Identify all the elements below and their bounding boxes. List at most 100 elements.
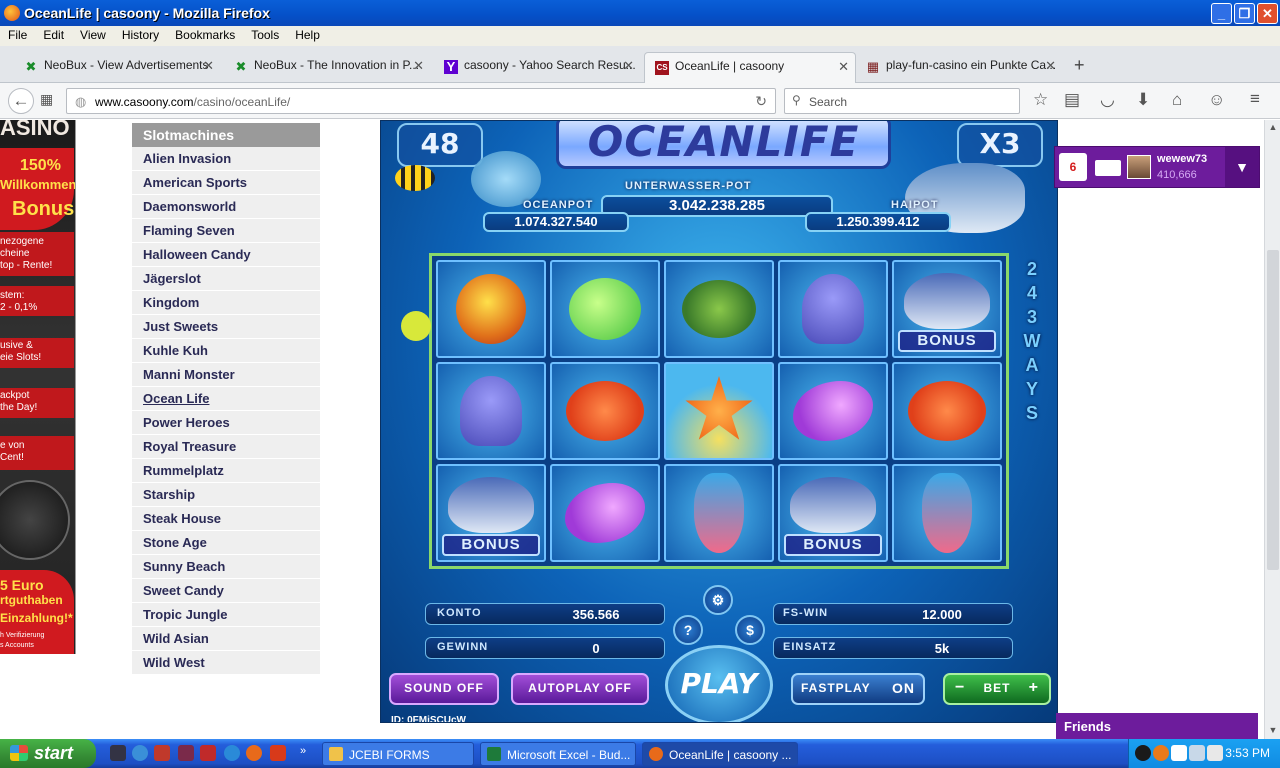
bet-plus-button[interactable]: + (1029, 675, 1039, 701)
scroll-up-icon[interactable]: ▲ (1267, 122, 1279, 134)
help-button[interactable]: ? (673, 615, 703, 645)
tray-icon[interactable] (1135, 745, 1151, 761)
tab-oceanlife[interactable]: CS OceanLife | casoony ✕ (644, 52, 856, 83)
app-x-icon[interactable] (154, 745, 170, 761)
sidebar-item-jägerslot[interactable]: Jägerslot (132, 267, 320, 291)
menu-help[interactable]: Help (287, 26, 328, 46)
sidebar-item-halloween-candy[interactable]: Halloween Candy (132, 243, 320, 267)
play-fun-casino-icon: ▦ (866, 59, 880, 74)
bookmark-star-icon[interactable]: ☆ (1033, 90, 1048, 110)
oceanlife-game[interactable]: 48 X3 OCEANLIFE UNTERWASSER-POT 3.042.23… (380, 120, 1058, 723)
downloads-icon[interactable]: ⬇ (1136, 90, 1150, 110)
scroll-down-icon[interactable]: ▼ (1267, 725, 1279, 737)
camera-icon[interactable] (200, 745, 216, 761)
taskbar-item-firefox[interactable]: OceanLife | casoony ... (642, 742, 798, 766)
vertical-scrollbar[interactable]: ▲ ▼ (1264, 120, 1280, 739)
sidebar-item-alien-invasion[interactable]: Alien Invasion (132, 147, 320, 171)
reel-cell: BONUS (436, 464, 546, 562)
new-tab-button[interactable]: + (1074, 55, 1085, 76)
bet-control[interactable]: − BET + (943, 673, 1051, 705)
search-input[interactable]: ⚲ Search (784, 88, 1020, 114)
menu-file[interactable]: File (0, 26, 35, 46)
sidebar-item-power-heroes[interactable]: Power Heroes (132, 411, 320, 435)
bet-minus-button[interactable]: − (955, 675, 965, 701)
tray-icon[interactable] (1171, 745, 1187, 761)
settings-gear-button[interactable]: ⚙ (703, 585, 733, 615)
tab-close-icon[interactable]: ✕ (413, 58, 424, 74)
fastplay-button[interactable]: FASTPLAY ON (791, 673, 925, 705)
pocket-icon[interactable]: ◡ (1100, 90, 1115, 110)
sidebar-item-wild-asian[interactable]: Wild Asian (132, 627, 320, 651)
paytable-button[interactable]: $ (735, 615, 765, 645)
sidebar-item-sunny-beach[interactable]: Sunny Beach (132, 555, 320, 579)
sidebar-item-american-sports[interactable]: American Sports (132, 171, 320, 195)
sidebar-item-starship[interactable]: Starship (132, 483, 320, 507)
sound-off-button[interactable]: SOUND OFF (389, 673, 499, 705)
autoplay-off-button[interactable]: AUTOPLAY OFF (511, 673, 649, 705)
sidebar-item-kingdom[interactable]: Kingdom (132, 291, 320, 315)
tab-neobux-ads[interactable]: ✖ NeoBux - View Advertisements ✕ (14, 52, 220, 83)
menu-history[interactable]: History (114, 26, 167, 46)
maximize-button[interactable]: ❐ (1234, 3, 1255, 24)
menu-bookmarks[interactable]: Bookmarks (167, 26, 243, 46)
scrollbar-thumb[interactable] (1267, 250, 1279, 570)
quicklaunch-overflow-icon[interactable]: » (300, 745, 306, 757)
back-button[interactable]: ← (8, 88, 34, 114)
sidebar-item-steak-house[interactable]: Steak House (132, 507, 320, 531)
tab-neobux-innovation[interactable]: ✖ NeoBux - The Innovation in P... ✕ (224, 52, 430, 83)
reload-icon[interactable]: ↻ (755, 93, 767, 110)
sidebar-item-kuhle-kuh[interactable]: Kuhle Kuh (132, 339, 320, 363)
sidebar-item-wild-west[interactable]: Wild West (132, 651, 320, 675)
home-icon[interactable]: ⌂ (1172, 90, 1182, 110)
sidebar-item-tropic-jungle[interactable]: Tropic Jungle (132, 603, 320, 627)
sidebar-item-sweet-candy[interactable]: Sweet Candy (132, 579, 320, 603)
tab-close-icon[interactable]: ✕ (838, 59, 849, 75)
menu-edit[interactable]: Edit (35, 26, 72, 46)
tab-yahoo-search[interactable]: Y casoony - Yahoo Search Resu... ✕ (434, 52, 640, 83)
promo-banner[interactable]: ASINO 150% Willkommens Bonus! nezogene c… (0, 120, 76, 654)
sidebar-item-daemonsworld[interactable]: Daemonsworld (132, 195, 320, 219)
history-icon[interactable]: ▦ (40, 91, 53, 108)
turtle-icon (682, 280, 756, 338)
sidebar-item-manni-monster[interactable]: Manni Monster (132, 363, 320, 387)
volume-icon[interactable] (1207, 745, 1223, 761)
browser-icon[interactable] (132, 745, 148, 761)
network-icon[interactable] (1189, 745, 1205, 761)
start-button[interactable]: start (0, 739, 96, 768)
play-button[interactable]: PLAY (665, 645, 773, 722)
taskbar-item-excel[interactable]: Microsoft Excel - Bud... (480, 742, 636, 766)
mail-icon[interactable] (1095, 160, 1121, 176)
chevron-down-icon[interactable]: ▼ (1225, 147, 1259, 187)
tab-play-fun-casino[interactable]: ▦ play-fun-casino ein Punkte Ca... ✕ (856, 52, 1062, 83)
app-icon[interactable] (270, 745, 286, 761)
tray-icon[interactable] (1153, 745, 1169, 761)
menu-tools[interactable]: Tools (243, 26, 287, 46)
sidebar-item-rummelplatz[interactable]: Rummelplatz (132, 459, 320, 483)
ie-icon[interactable] (224, 745, 240, 761)
tab-close-icon[interactable]: ✕ (623, 58, 634, 74)
taskbar-item-jcebi-forms[interactable]: JCEBI FORMS (322, 742, 474, 766)
friends-panel-tab[interactable]: Friends (1056, 713, 1258, 739)
hamburger-menu-icon[interactable]: ≡ (1250, 89, 1260, 109)
reading-list-icon[interactable]: ▤ (1064, 90, 1080, 110)
close-button[interactable]: ✕ (1257, 3, 1278, 24)
game-logo: OCEANLIFE (556, 121, 891, 169)
menu-view[interactable]: View (72, 26, 114, 46)
sidebar-item-flaming-seven[interactable]: Flaming Seven (132, 219, 320, 243)
firefox-quicklaunch-icon[interactable] (246, 745, 262, 761)
tab-label: play-fun-casino ein Punkte Ca... (886, 58, 1057, 72)
minimize-button[interactable]: _ (1211, 3, 1232, 24)
tab-close-icon[interactable]: ✕ (203, 58, 214, 74)
desktop-icon[interactable] (110, 745, 126, 761)
avatar[interactable] (1127, 155, 1151, 179)
sidebar-item-stone-age[interactable]: Stone Age (132, 531, 320, 555)
sidebar-item-ocean-life[interactable]: Ocean Life (132, 387, 320, 411)
sidebar-item-royal-treasure[interactable]: Royal Treasure (132, 435, 320, 459)
media-icon[interactable] (178, 745, 194, 761)
notification-badge[interactable]: 6 (1059, 153, 1087, 181)
tab-close-icon[interactable]: ✕ (1045, 58, 1056, 74)
username[interactable]: wewew73 (1157, 153, 1207, 165)
sidebar-item-just-sweets[interactable]: Just Sweets (132, 315, 320, 339)
chat-icon[interactable]: ☺ (1208, 90, 1225, 110)
url-bar[interactable]: ◍ www.casoony.com/casino/oceanLife/ ↻ (66, 88, 776, 114)
